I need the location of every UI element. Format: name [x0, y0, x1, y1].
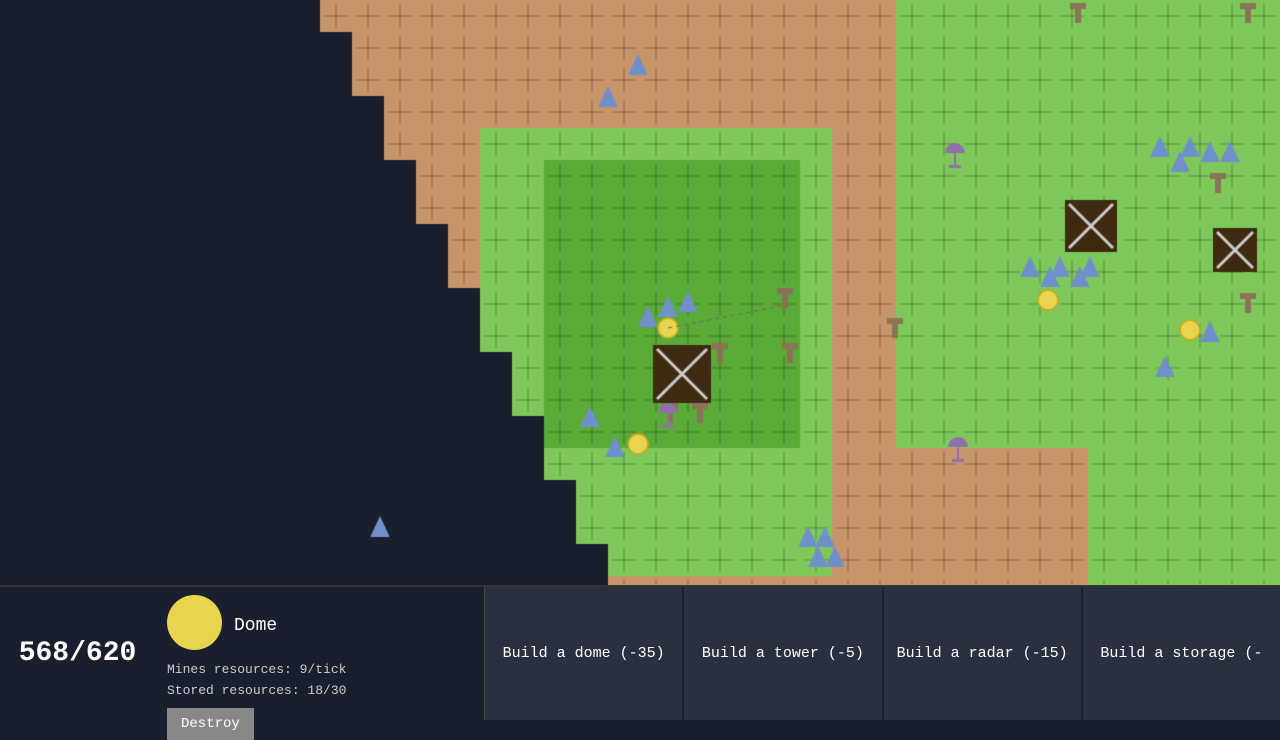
dome-icon	[167, 595, 222, 650]
hud-panel: 568/620 Dome Mines resources: 9/tick Sto…	[0, 585, 1280, 720]
dome-title: Dome	[234, 616, 277, 636]
game-map[interactable]	[0, 0, 1280, 585]
selection-info: Dome Mines resources: 9/tick Stored reso…	[155, 587, 485, 720]
resource-display: 568/620	[0, 587, 155, 720]
build-actions: Build a dome (-35) Build a tower (-5) Bu…	[485, 587, 1280, 720]
dome-header: Dome	[167, 595, 472, 656]
destroy-button[interactable]: Destroy	[167, 708, 254, 740]
mines-resources-label: Mines resources: 9/tick	[167, 660, 472, 681]
build-tower-button[interactable]: Build a tower (-5)	[684, 587, 883, 720]
build-storage-button[interactable]: Build a storage (-	[1083, 587, 1280, 720]
build-dome-button[interactable]: Build a dome (-35)	[485, 587, 684, 720]
stored-resources-label: Stored resources: 18/30	[167, 681, 472, 702]
dome-stats: Mines resources: 9/tick Stored resources…	[167, 660, 472, 702]
build-radar-button[interactable]: Build a radar (-15)	[884, 587, 1083, 720]
resource-count: 568/620	[19, 638, 137, 669]
